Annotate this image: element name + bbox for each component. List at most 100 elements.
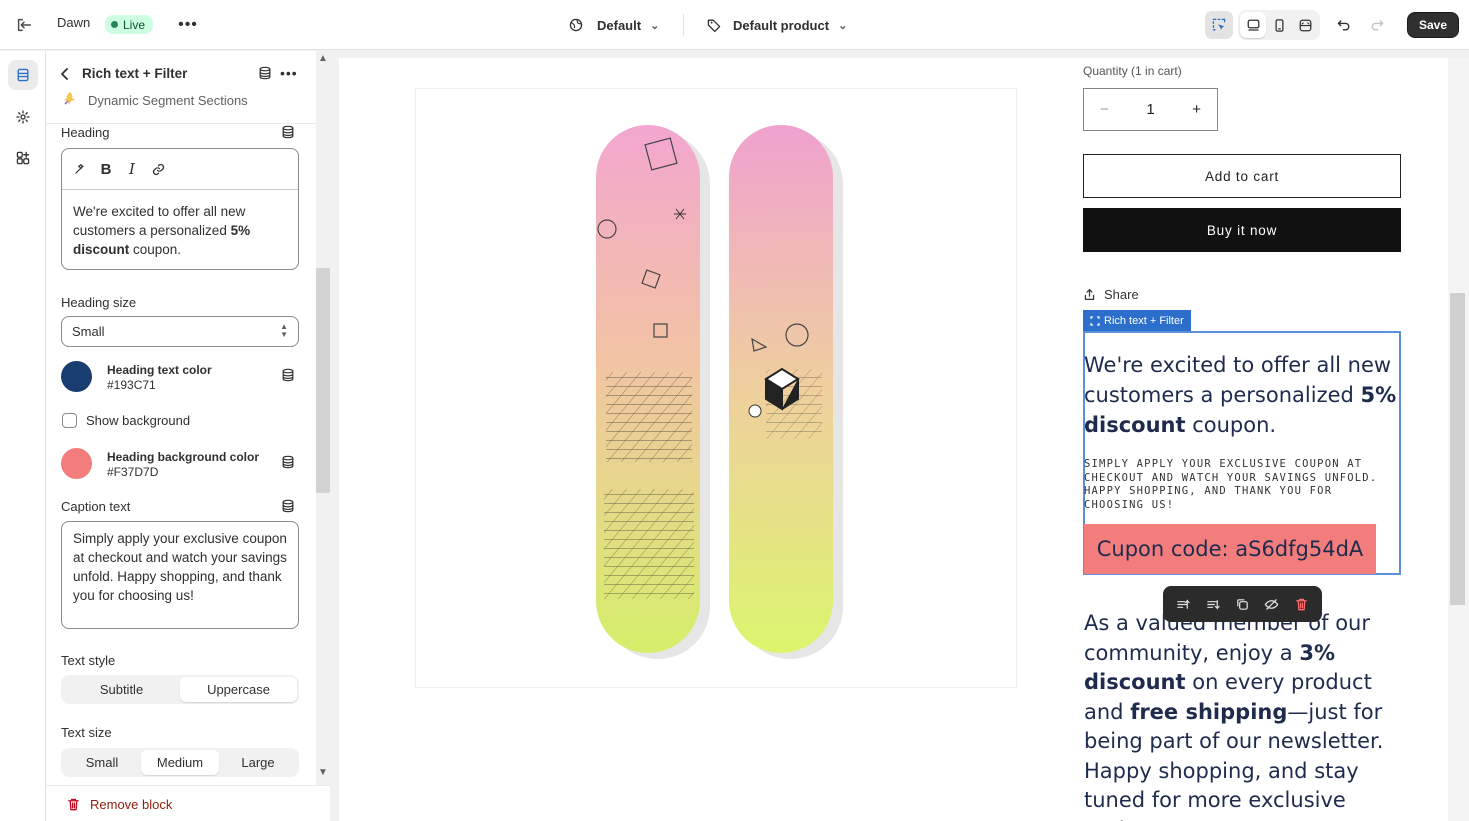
rte-toolbar: B I: [62, 149, 298, 190]
bg-color-dynamic-source-button[interactable]: [281, 455, 297, 471]
show-background-checkbox[interactable]: [62, 413, 77, 428]
remove-block-button[interactable]: Remove block: [66, 797, 172, 812]
trash-icon: [68, 798, 79, 811]
preview-scrollbar-thumb[interactable]: [1450, 293, 1465, 605]
heading-size-label: Heading size: [61, 295, 137, 310]
quantity-value[interactable]: 1: [1146, 101, 1154, 118]
scroll-down-arrow-icon[interactable]: ▼: [316, 767, 330, 778]
text-color-dynamic-source-button[interactable]: [281, 368, 297, 384]
text-style-label: Text style: [61, 653, 116, 668]
dynamic-source-icon: [282, 368, 294, 382]
product-selector[interactable]: Default product ⌄: [706, 13, 847, 37]
heading-dynamic-source-button[interactable]: [281, 125, 297, 141]
heading-text-color-swatch[interactable]: [61, 361, 92, 392]
text-size-option-small[interactable]: Small: [63, 750, 141, 775]
heading-size-value: Small: [72, 324, 105, 339]
heading-size-select[interactable]: Small ▲ ▼: [61, 316, 299, 347]
panel-preview-gap: [330, 51, 339, 821]
text-size-segmented: Small Medium Large: [61, 748, 299, 777]
panel-header-divider: [46, 123, 316, 124]
dynamic-source-icon: [282, 455, 294, 469]
theme-actions-button[interactable]: •••: [176, 13, 200, 37]
chevron-left-icon: [61, 68, 68, 80]
duplicate-button[interactable]: [1231, 593, 1253, 615]
quantity-decrease-button[interactable]: −: [1100, 101, 1109, 118]
duplicate-icon: [1237, 598, 1248, 610]
inspector-toggle-button[interactable]: [1205, 11, 1233, 39]
italic-button[interactable]: I: [122, 159, 142, 179]
redo-button[interactable]: [1363, 11, 1391, 39]
chevron-down-icon: ⌄: [650, 19, 660, 32]
mobile-view-button[interactable]: [1266, 12, 1292, 38]
quantity-label: Quantity (1 in cart): [1083, 64, 1182, 78]
text-style-option-uppercase[interactable]: Uppercase: [180, 677, 297, 702]
text-size-option-medium[interactable]: Medium: [141, 750, 219, 775]
heading-text-color-value: #193C71: [107, 378, 156, 392]
panel-title: Rich text + Filter: [82, 66, 188, 81]
undo-button[interactable]: [1330, 11, 1358, 39]
share-button[interactable]: Share: [1083, 287, 1139, 302]
undo-icon: [1337, 20, 1350, 31]
live-badge-label: Live: [123, 17, 146, 32]
mobile-icon: [1274, 18, 1284, 32]
panel-scrollbar-thumb[interactable]: [316, 268, 330, 493]
scroll-up-arrow-icon[interactable]: ▲: [316, 53, 330, 64]
live-dot-icon: [111, 21, 118, 28]
heading-rich-text-editor[interactable]: B I We're excited to offer all new custo…: [61, 148, 299, 270]
dynamic-source-button[interactable]: [258, 66, 274, 82]
product-media[interactable]: [415, 88, 1017, 688]
quantity-stepper: − 1 +: [1083, 88, 1218, 131]
panel-subtitle: Dynamic Segment Sections: [88, 93, 248, 108]
exit-button[interactable]: [12, 13, 36, 37]
gear-icon: [16, 110, 30, 124]
coupon-code-banner: Cupon code: aS6dfg54dA: [1084, 524, 1376, 574]
template-label: Default: [597, 17, 642, 33]
product-label: Default product: [733, 17, 830, 33]
heading-editor-content[interactable]: We're excited to offer all new customers…: [62, 190, 298, 271]
bold-icon: B: [100, 160, 112, 178]
exit-icon: [17, 18, 32, 32]
caption-textarea[interactable]: Simply apply your exclusive coupon at ch…: [61, 521, 299, 629]
link-button[interactable]: [148, 159, 168, 179]
dynamic-source-icon: [282, 125, 294, 139]
editor-rail: [0, 51, 46, 821]
ai-generate-button[interactable]: [70, 159, 90, 179]
block-settings-panel: Rich text + Filter ••• Dynamic Segment S…: [46, 51, 316, 821]
rich-heading-part: coupon.: [1185, 413, 1277, 437]
heading-bg-color-swatch[interactable]: [61, 448, 92, 479]
apps-nav-button[interactable]: [8, 143, 38, 173]
block-frame-icon: [1090, 315, 1100, 326]
selected-block-tag-label: Rich text + Filter: [1104, 314, 1184, 327]
storefront-preview: Quantity (1 in cart) − 1 + Add to cart B…: [339, 58, 1448, 821]
caption-field-label: Caption text: [61, 499, 131, 514]
add-to-cart-button[interactable]: Add to cart: [1083, 154, 1401, 198]
template-selector[interactable]: Default ⌄: [568, 13, 659, 37]
sections-nav-button[interactable]: [8, 60, 38, 90]
move-down-button[interactable]: [1202, 593, 1224, 615]
full-width-view-button[interactable]: [1292, 12, 1318, 38]
rich-heading-part: We're excited to offer all new customers…: [1084, 353, 1392, 407]
move-up-button[interactable]: [1173, 593, 1195, 615]
share-icon: [1084, 289, 1095, 300]
caption-dynamic-source-button[interactable]: [281, 499, 297, 515]
editor-topbar: Dawn Live ••• Default ⌄ Default product …: [0, 0, 1469, 50]
heading-bg-color-value: #F37D7D: [107, 465, 159, 479]
theme-settings-nav-button[interactable]: [8, 102, 38, 132]
heading-text-color-label: Heading text color: [107, 363, 212, 377]
text-size-label: Text size: [61, 725, 112, 740]
desktop-view-button[interactable]: [1240, 12, 1266, 38]
block-actions-button[interactable]: •••: [280, 65, 298, 81]
hide-button[interactable]: [1261, 593, 1283, 615]
delete-block-button[interactable]: [1290, 593, 1312, 615]
text-style-option-subtitle[interactable]: Subtitle: [63, 677, 180, 702]
trash-icon: [1295, 598, 1307, 610]
tag-icon: [707, 19, 721, 33]
show-background-label: Show background: [86, 413, 191, 428]
buy-it-now-button[interactable]: Buy it now: [1083, 208, 1401, 252]
back-button[interactable]: [60, 66, 74, 82]
globe-icon: [569, 18, 583, 32]
bold-button[interactable]: B: [96, 159, 116, 179]
text-size-option-large[interactable]: Large: [219, 750, 297, 775]
save-button[interactable]: Save: [1407, 12, 1460, 38]
quantity-increase-button[interactable]: +: [1192, 101, 1201, 118]
